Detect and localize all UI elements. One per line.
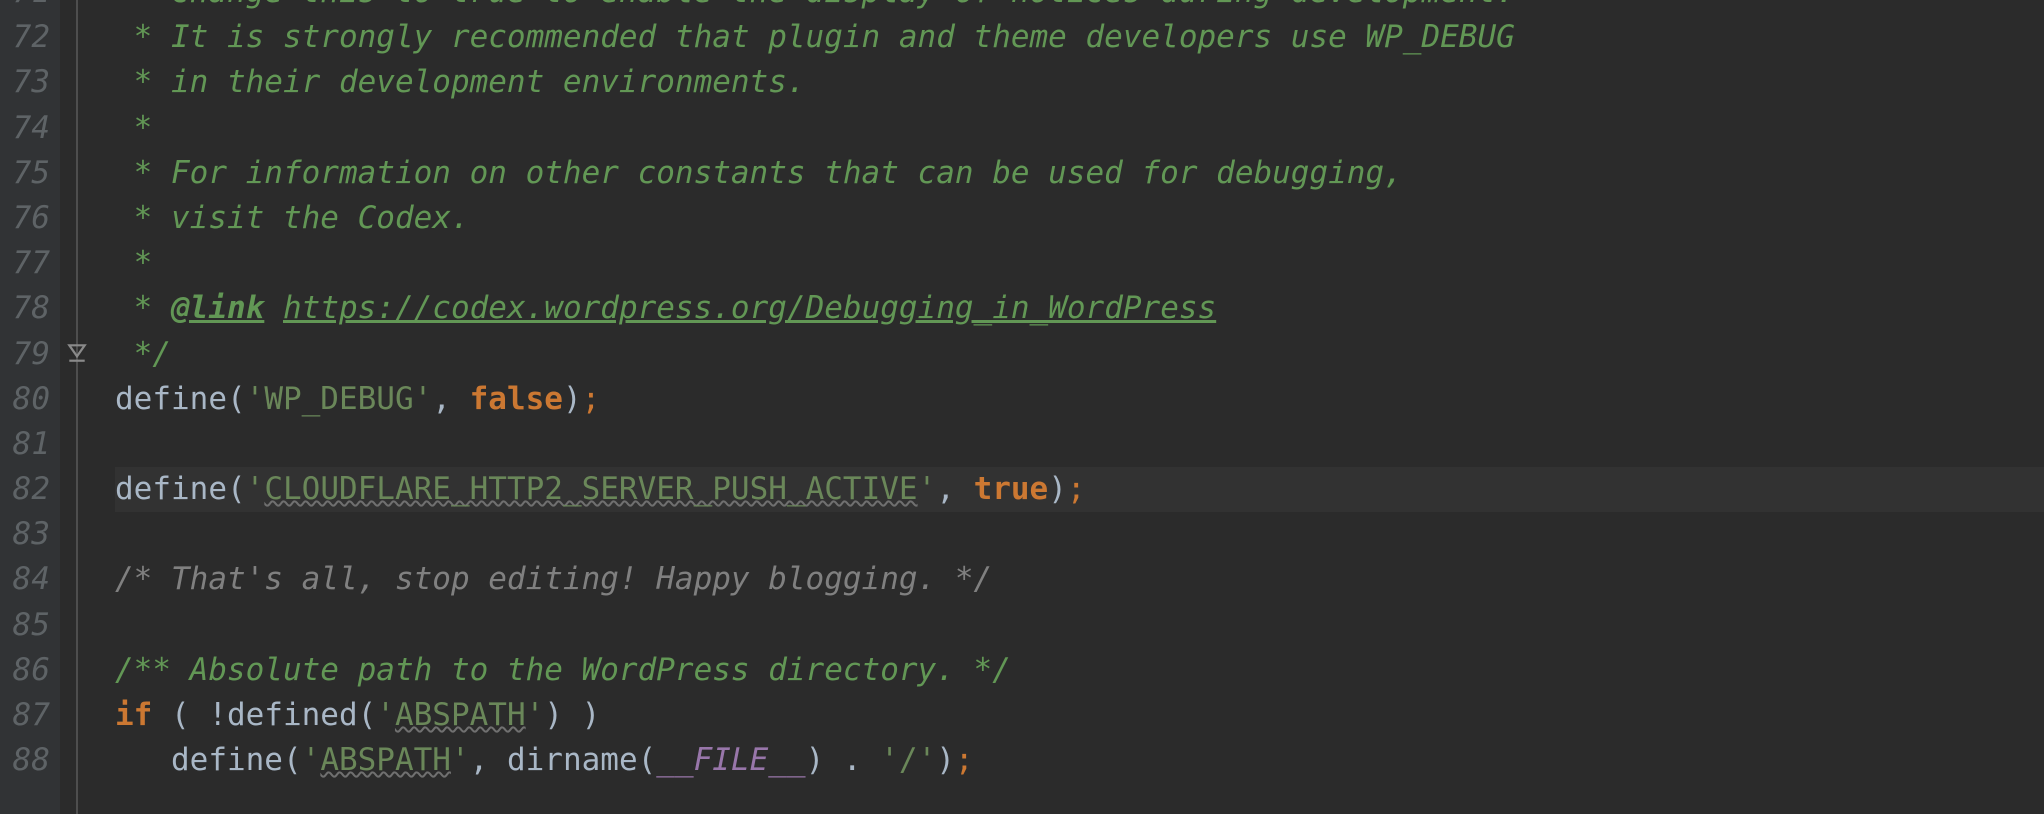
code-token: ': [302, 742, 321, 778]
code-token: @link: [171, 290, 264, 326]
code-token: define(: [115, 471, 246, 507]
line-number[interactable]: 81: [0, 422, 50, 467]
code-area[interactable]: * Change this to true to enable the disp…: [115, 0, 2044, 814]
line-number[interactable]: 75: [0, 151, 50, 196]
code-token: ): [1048, 471, 1067, 507]
code-line[interactable]: /** Absolute path to the WordPress direc…: [115, 648, 2044, 693]
code-line[interactable]: define('CLOUDFLARE_HTTP2_SERVER_PUSH_ACT…: [115, 467, 2044, 512]
line-number[interactable]: 86: [0, 648, 50, 693]
code-token: ;: [1067, 471, 1086, 507]
line-number[interactable]: 78: [0, 286, 50, 331]
code-token: ABSPATH: [320, 742, 451, 778]
code-token: ) .: [806, 742, 881, 778]
line-number[interactable]: 82: [0, 467, 50, 512]
code-token: ): [563, 381, 582, 417]
line-number[interactable]: 84: [0, 557, 50, 602]
code-token: * in their development environments.: [115, 64, 806, 100]
code-token: [264, 290, 283, 326]
code-token: if: [115, 697, 152, 733]
line-number[interactable]: 88: [0, 738, 50, 783]
code-token: * It is strongly recommended that plugin…: [115, 19, 1515, 55]
code-line[interactable]: [115, 512, 2044, 557]
line-number[interactable]: 80: [0, 377, 50, 422]
line-number[interactable]: 79: [0, 332, 50, 377]
code-token: * For information on other constants tha…: [115, 155, 1403, 191]
code-token: true: [974, 471, 1049, 507]
fold-end-icon[interactable]: [66, 342, 88, 364]
code-token: __FILE__: [656, 742, 805, 778]
code-token: ;: [582, 381, 601, 417]
code-token: ': [526, 697, 545, 733]
code-line[interactable]: define('ABSPATH', dirname(__FILE__) . '/…: [115, 738, 2044, 783]
code-token: * Change this to true to enable the disp…: [115, 0, 1515, 10]
fold-column[interactable]: [60, 0, 115, 814]
code-token: ': [451, 742, 470, 778]
code-token: *: [115, 245, 152, 281]
line-number[interactable]: 74: [0, 106, 50, 151]
line-number[interactable]: 77: [0, 241, 50, 286]
code-token: define(: [115, 742, 302, 778]
code-token: /* That's all, stop editing! Happy blogg…: [115, 561, 992, 597]
code-token: *: [115, 290, 171, 326]
code-token: */: [115, 336, 171, 372]
code-line[interactable]: define('WP_DEBUG', false);: [115, 377, 2044, 422]
code-line[interactable]: * @link https://codex.wordpress.org/Debu…: [115, 286, 2044, 331]
code-line[interactable]: *: [115, 241, 2044, 286]
line-number[interactable]: 71: [0, 0, 50, 15]
code-token: ': [918, 471, 937, 507]
code-token: define(: [115, 381, 246, 417]
code-token: * visit the Codex.: [115, 200, 470, 236]
code-line[interactable]: [115, 422, 2044, 467]
code-line[interactable]: if ( !defined('ABSPATH') ): [115, 693, 2044, 738]
code-line[interactable]: [115, 603, 2044, 648]
line-number[interactable]: 73: [0, 60, 50, 105]
code-token: https://codex.wordpress.org/Debugging_in…: [283, 290, 1216, 326]
code-token: ): [936, 742, 955, 778]
code-token: ;: [955, 742, 974, 778]
code-token: ABSPATH: [395, 697, 526, 733]
code-line[interactable]: * Change this to true to enable the disp…: [115, 0, 2044, 15]
code-line[interactable]: * visit the Codex.: [115, 196, 2044, 241]
code-token: ,: [936, 471, 973, 507]
line-number[interactable]: 87: [0, 693, 50, 738]
code-line[interactable]: * For information on other constants tha…: [115, 151, 2044, 196]
code-token: CLOUDFLARE_HTTP2_SERVER_PUSH_ACTIVE: [264, 471, 917, 507]
code-token: '/': [880, 742, 936, 778]
line-number-gutter[interactable]: 717273747576777879808182838485868788: [0, 0, 60, 814]
code-token: /** Absolute path to the WordPress direc…: [115, 652, 1011, 688]
code-line[interactable]: */: [115, 332, 2044, 377]
code-token: *: [115, 110, 152, 146]
code-token: ': [376, 697, 395, 733]
line-number[interactable]: 76: [0, 196, 50, 241]
code-token: ,: [432, 381, 469, 417]
code-line[interactable]: *: [115, 106, 2044, 151]
line-number[interactable]: 72: [0, 15, 50, 60]
code-editor[interactable]: 717273747576777879808182838485868788 * C…: [0, 0, 2044, 814]
code-line[interactable]: * It is strongly recommended that plugin…: [115, 15, 2044, 60]
line-number[interactable]: 83: [0, 512, 50, 557]
line-number[interactable]: 85: [0, 603, 50, 648]
code-token: false: [470, 381, 563, 417]
code-token: ) ): [544, 697, 600, 733]
code-token: ( !defined(: [152, 697, 376, 733]
code-token: , dirname(: [470, 742, 657, 778]
code-line[interactable]: * in their development environments.: [115, 60, 2044, 105]
fold-guide-line: [76, 0, 78, 814]
code-token: 'WP_DEBUG': [246, 381, 433, 417]
code-line[interactable]: /* That's all, stop editing! Happy blogg…: [115, 557, 2044, 602]
code-token: ': [246, 471, 265, 507]
